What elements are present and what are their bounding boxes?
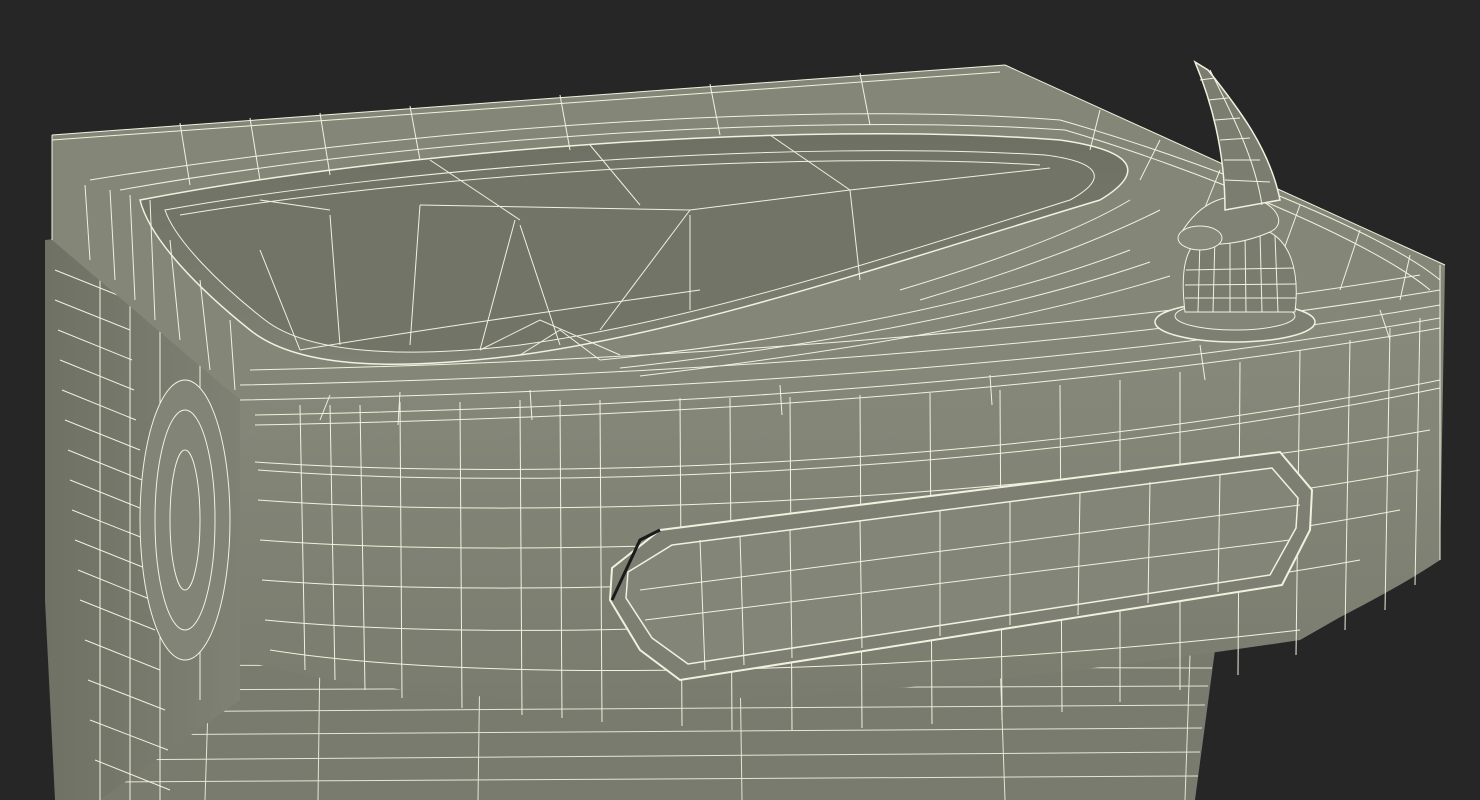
fountain-wireframe-render <box>0 0 1480 800</box>
render-viewport <box>0 0 1480 800</box>
